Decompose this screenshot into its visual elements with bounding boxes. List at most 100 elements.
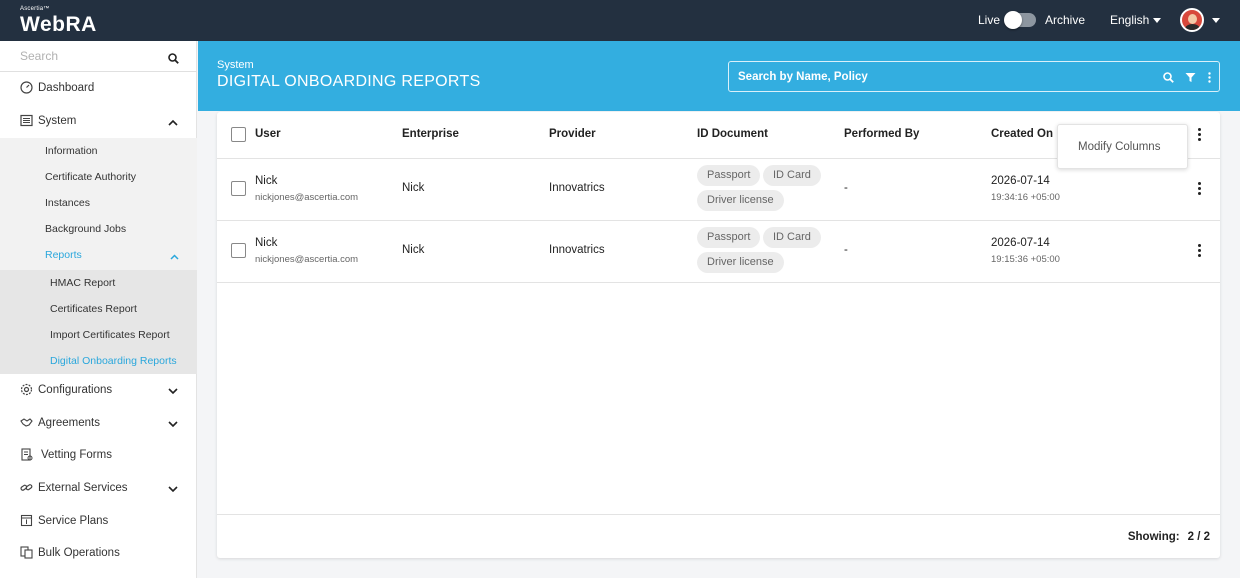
sidebar-item-label: Service Plans [38,515,109,527]
chevron-down-icon [168,386,178,398]
row-checkbox[interactable] [231,181,246,196]
select-all-checkbox[interactable] [231,127,246,142]
sidebar-search [0,41,197,72]
row-actions-icon[interactable] [1198,244,1202,259]
user-email: nickjones@ascertia.com [255,192,359,203]
column-header-performed-by[interactable]: Performed By [844,128,919,140]
top-bar: Ascertia™ WebRA Live Archive English [0,0,1240,41]
sidebar-item-label: Digital Onboarding Reports [50,355,177,367]
sidebar-item-label: Reports [45,249,82,261]
live-label: Live [978,13,1001,27]
column-header-provider[interactable]: Provider [549,128,596,140]
reports-submenu: HMAC Report Certificates Report Import C… [0,270,197,374]
chevron-down-icon [1153,18,1162,24]
sidebar-item-configurations[interactable]: Configurations [0,377,197,403]
sidebar: Dashboard System Information Certificate… [0,41,197,578]
sidebar-search-input[interactable] [0,41,160,71]
column-options-menu: Modify Columns [1057,124,1188,169]
user-name: Nick [255,175,278,187]
document-tag-passport: Passport [697,165,761,186]
sidebar-item-label: System [38,115,77,127]
search-icon[interactable] [1163,70,1174,88]
page-title: DIGITAL ONBOARDING REPORTS [217,73,481,90]
report-search [728,61,1220,92]
sidebar-item-label: External Services [38,482,128,494]
sidebar-item-service-plans[interactable]: Service Plans [0,508,197,534]
sidebar-item-bulk-operations[interactable]: Bulk Operations [0,540,197,566]
sidebar-item-reports[interactable]: Reports [0,242,197,268]
sidebar-item-label: Configurations [38,384,113,396]
app-logo[interactable]: Ascertia™ WebRA [20,6,97,37]
sidebar-item-digital-onboarding-reports[interactable]: Digital Onboarding Reports [0,348,197,374]
more-options-icon[interactable] [1208,70,1211,88]
created-date: 2026-07-14 [991,175,1050,187]
sidebar-item-label: Import Certificates Report [50,329,170,341]
brand-name: WebRA [20,13,97,36]
chevron-down-icon [168,419,178,431]
sidebar-item-label: Background Jobs [45,223,127,235]
toggle-knob [1004,11,1022,29]
row-actions-icon[interactable] [1198,182,1202,197]
page-header: System DIGITAL ONBOARDING REPORTS [198,41,1240,111]
sidebar-item-label: HMAC Report [50,277,116,289]
performed-by-cell: - [844,182,848,194]
sidebar-item-label: Certificates Report [50,303,137,315]
sidebar-item-label: Bulk Operations [38,547,120,559]
breadcrumb[interactable]: System [217,59,254,71]
performed-by-cell: - [844,244,848,256]
plan-icon [20,514,33,527]
avatar[interactable] [1180,8,1204,32]
search-icon[interactable] [168,51,179,69]
provider-cell: Innovatrics [549,244,605,256]
archive-label: Archive [1045,13,1086,27]
system-icon [20,114,33,127]
bulk-icon [20,546,33,559]
document-tag-driver-license: Driver license [697,252,784,273]
sidebar-item-label: Instances [45,197,90,209]
filter-icon[interactable] [1185,70,1196,88]
column-header-created-on[interactable]: Created On [991,128,1053,140]
row-checkbox[interactable] [231,243,246,258]
form-icon [20,448,33,461]
column-header-id-document[interactable]: ID Document [697,128,768,140]
sidebar-item-information[interactable]: Information [0,138,197,164]
language-label: English [1110,13,1150,27]
sidebar-item-label: Dashboard [38,82,95,94]
column-header-user[interactable]: User [255,128,281,140]
table-footer: Showing: 2 / 2 [217,514,1220,558]
sidebar-item-certificates-report[interactable]: Certificates Report [0,296,197,322]
live-archive-toggle[interactable] [1004,11,1036,29]
handshake-icon [20,416,33,429]
gear-icon [20,383,33,396]
sidebar-item-vetting-forms[interactable]: Vetting Forms [0,442,197,468]
sidebar-item-label: Certificate Authority [45,171,137,183]
table-row[interactable]: Nick nickjones@ascertia.com Nick Innovat… [217,221,1220,283]
sidebar-item-system[interactable]: System [0,108,197,134]
sidebar-item-import-certificates-report[interactable]: Import Certificates Report [0,322,197,348]
column-options-icon[interactable] [1198,128,1202,143]
sidebar-item-hmac-report[interactable]: HMAC Report [0,270,197,296]
avatar-chevron-down-icon[interactable] [1212,18,1220,23]
provider-cell: Innovatrics [549,182,605,194]
user-name: Nick [255,237,278,249]
created-date: 2026-07-14 [991,237,1050,249]
report-search-input[interactable] [729,62,1149,91]
sidebar-item-certificate-authority[interactable]: Certificate Authority [0,164,197,190]
chevron-up-icon [168,117,178,129]
enterprise-cell: Nick [402,244,425,256]
document-tag-passport: Passport [697,227,761,248]
sidebar-item-dashboard[interactable]: Dashboard [0,75,197,101]
showing-label: Showing: [1127,531,1180,543]
sidebar-item-instances[interactable]: Instances [0,190,197,216]
sidebar-item-label: Vetting Forms [41,449,112,461]
sidebar-item-background-jobs[interactable]: Background Jobs [0,216,197,242]
chevron-up-icon [170,251,179,263]
search-actions [1163,70,1211,88]
language-selector[interactable]: English [1110,13,1162,27]
modify-columns-option[interactable]: Modify Columns [1078,141,1160,153]
sidebar-item-label: Information [45,145,98,157]
sidebar-item-external-services[interactable]: External Services [0,475,197,501]
column-header-enterprise[interactable]: Enterprise [402,128,459,140]
sidebar-item-agreements[interactable]: Agreements [0,410,197,436]
brand-small: Ascertia™ [20,6,50,12]
